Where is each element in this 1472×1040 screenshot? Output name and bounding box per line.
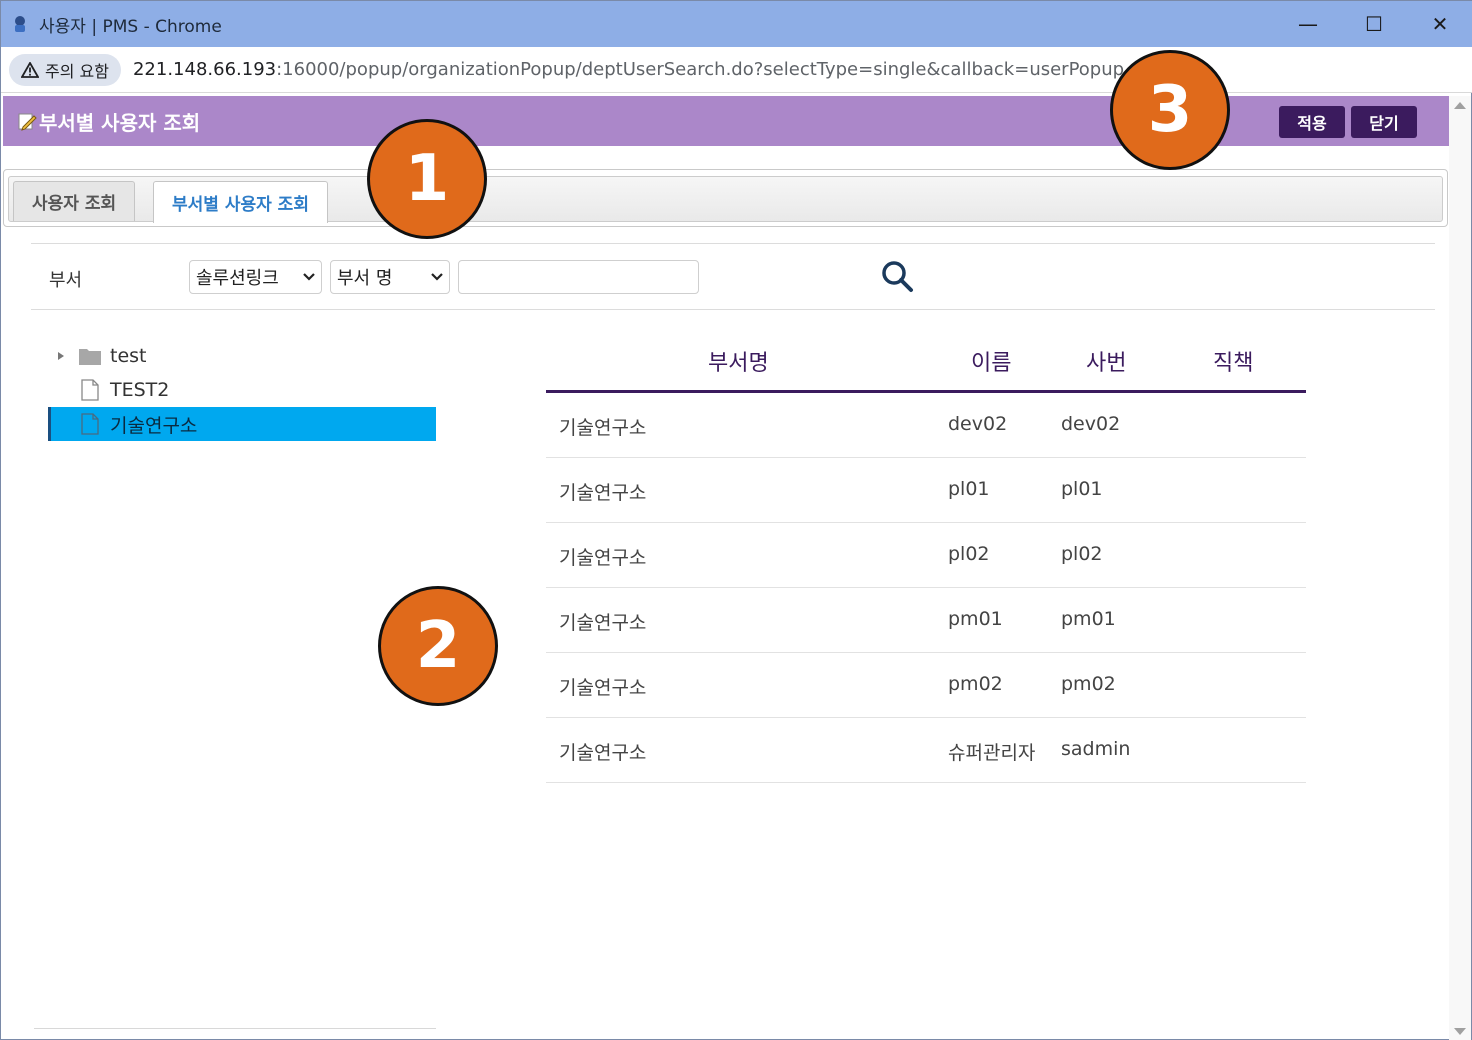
search-input[interactable] — [458, 260, 699, 294]
folder-icon — [79, 349, 101, 365]
dept-label: 부서 — [49, 270, 83, 291]
tree-node-label: 기술연구소 — [110, 414, 198, 437]
close-button[interactable]: 닫기 — [1351, 106, 1417, 138]
security-warning-chip[interactable]: 주의 요함 — [9, 53, 121, 86]
cell-dept: 기술연구소 — [559, 482, 647, 504]
cell-empno: sadmin — [1061, 738, 1131, 760]
tab-dept-user-search[interactable]: 부서별 사용자 조회 — [153, 181, 328, 223]
cell-name: pm02 — [948, 673, 1003, 695]
cell-dept: 기술연구소 — [559, 742, 647, 764]
table-row[interactable]: 기술연구소 pl01 pl01 — [546, 458, 1306, 523]
url-path: :16000/popup/organizationPopup/deptUserS… — [276, 59, 1142, 80]
window-title: 사용자 | PMS - Chrome — [39, 16, 222, 37]
cell-empno: pm02 — [1061, 673, 1116, 695]
chevron-down-icon — [431, 273, 443, 281]
minimize-button[interactable]: — — [1275, 1, 1341, 47]
cell-empno: dev02 — [1061, 413, 1121, 435]
tree-node-test2[interactable]: TEST2 — [48, 373, 436, 407]
vertical-scrollbar[interactable] — [1449, 96, 1471, 1040]
edit-icon — [18, 113, 37, 131]
expand-arrow-icon[interactable] — [56, 351, 66, 361]
browser-window: 사용자 | PMS - Chrome — ☐ ✕ 주의 요함 221.148.6… — [0, 0, 1472, 1040]
field-select[interactable]: 부서 명 — [330, 260, 450, 294]
tab-user-search[interactable]: 사용자 조회 — [13, 181, 136, 221]
warning-icon — [21, 61, 39, 78]
tab-bar: 사용자 조회 부서별 사용자 조회 — [8, 176, 1443, 223]
scroll-up-arrow-icon[interactable] — [1454, 102, 1466, 109]
table-row[interactable]: 기술연구소 dev02 dev02 — [546, 393, 1306, 458]
cell-name: pl01 — [948, 478, 990, 500]
column-header-position[interactable]: 직책 — [1213, 345, 1253, 377]
cell-dept: 기술연구소 — [559, 677, 647, 699]
scroll-down-arrow-icon[interactable] — [1454, 1028, 1466, 1035]
tree-node-tech-lab[interactable]: 기술연구소 — [48, 407, 436, 441]
column-header-empno[interactable]: 사번 — [1086, 345, 1126, 377]
table-header: 부서명 이름 사번 직책 — [546, 331, 1306, 393]
annotation-marker-2: 2 — [378, 586, 498, 706]
tab-container: 사용자 조회 부서별 사용자 조회 — [3, 169, 1448, 227]
tree-node-test[interactable]: test — [48, 339, 436, 373]
cell-name: 슈퍼관리자 — [948, 742, 1036, 764]
tree-node-label: test — [110, 345, 147, 367]
table-row[interactable]: 기술연구소 pl02 pl02 — [546, 523, 1306, 588]
file-icon — [81, 379, 99, 401]
table-row[interactable]: 기술연구소 슈퍼관리자 sadmin — [546, 718, 1306, 783]
company-select-value: 솔루션링크 — [196, 268, 279, 289]
field-select-value: 부서 명 — [337, 268, 393, 289]
tree-node-label: TEST2 — [110, 379, 170, 401]
search-icon[interactable] — [879, 258, 915, 294]
annotation-marker-3: 3 — [1110, 50, 1230, 170]
cell-name: pm01 — [948, 608, 1003, 630]
security-warning-label: 주의 요함 — [45, 61, 109, 81]
company-select[interactable]: 솔루션링크 — [189, 260, 322, 294]
cell-name: pl02 — [948, 543, 990, 565]
url-host: 221.148.66.193 — [132, 59, 277, 80]
app-icon — [9, 13, 31, 35]
column-header-dept[interactable]: 부서명 — [708, 345, 769, 377]
cell-name: dev02 — [948, 413, 1008, 435]
title-bar: 사용자 | PMS - Chrome — ☐ ✕ — [1, 1, 1472, 47]
cell-empno: pl01 — [1061, 478, 1103, 500]
user-table: 부서명 이름 사번 직책 기술연구소 dev02 dev02 기술연구소 pl01 pl0… — [546, 331, 1306, 783]
column-header-name[interactable]: 이름 — [971, 345, 1011, 377]
tree-divider — [34, 1028, 436, 1029]
close-window-button[interactable]: ✕ — [1407, 1, 1472, 47]
address-bar: 주의 요함 221.148.66.193:16000/popup/organiz… — [1, 47, 1472, 93]
dept-tree: test TEST2 기술연구소 — [48, 339, 436, 441]
table-row[interactable]: 기술연구소 pm01 pm01 — [546, 588, 1306, 653]
table-row[interactable]: 기술연구소 pm02 pm02 — [546, 653, 1306, 718]
cell-dept: 기술연구소 — [559, 547, 647, 569]
apply-button[interactable]: 적용 — [1279, 106, 1345, 138]
popup-title: 부서별 사용자 조회 — [39, 110, 201, 135]
annotation-marker-1: 1 — [367, 119, 487, 239]
cell-dept: 기술연구소 — [559, 417, 647, 439]
cell-dept: 기술연구소 — [559, 612, 647, 634]
maximize-button[interactable]: ☐ — [1341, 1, 1407, 47]
search-row: 부서 솔루션링크 부서 명 — [31, 243, 1435, 310]
cell-empno: pm01 — [1061, 608, 1116, 630]
cell-empno: pl02 — [1061, 543, 1103, 565]
chevron-down-icon — [303, 273, 315, 281]
popup-header: 부서별 사용자 조회 적용 닫기 — [3, 96, 1449, 146]
file-icon — [81, 413, 99, 435]
